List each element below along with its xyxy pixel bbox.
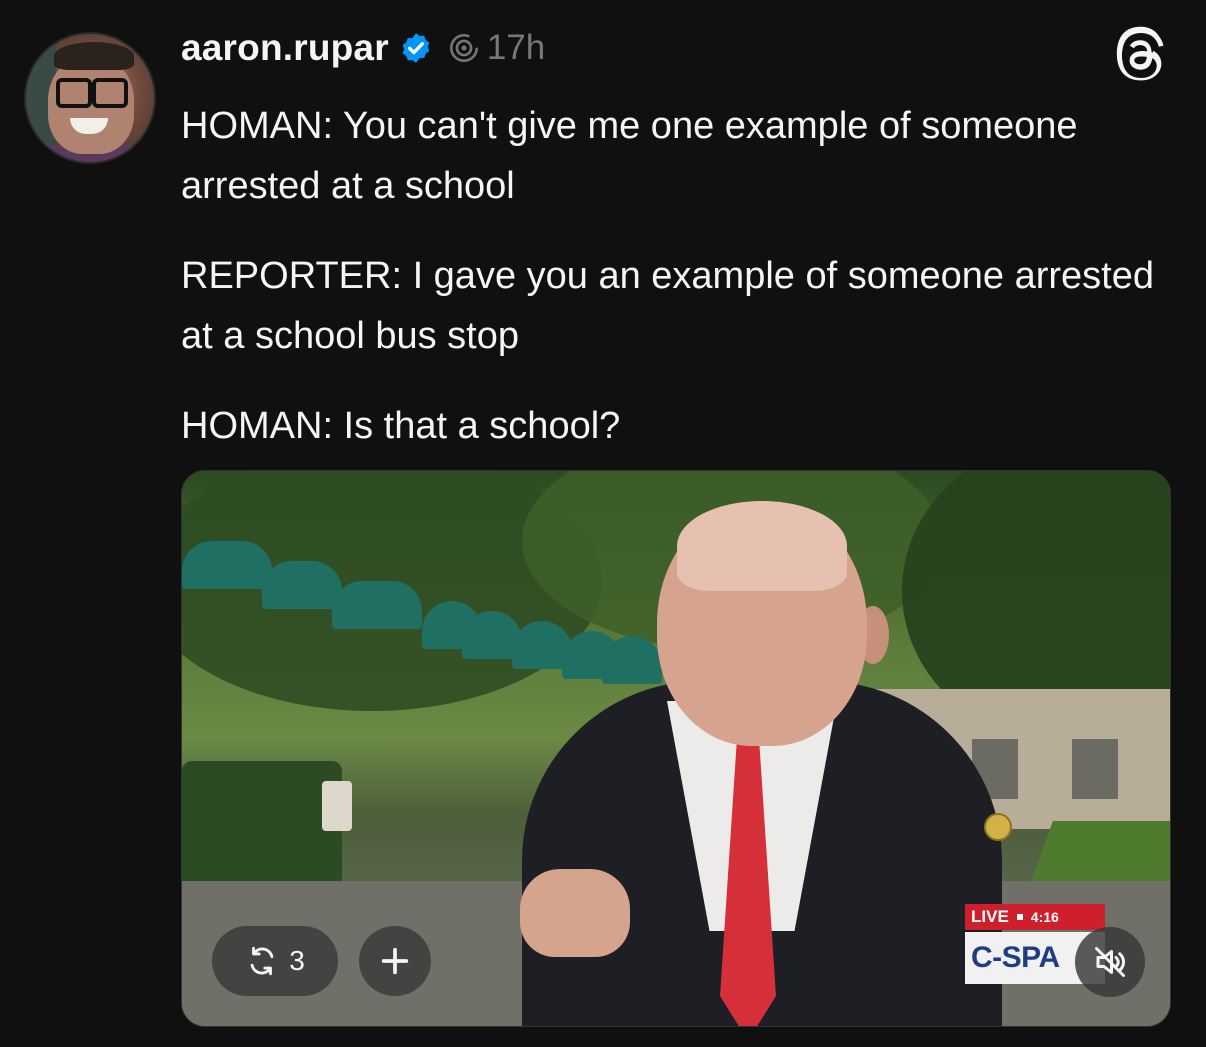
post-body: HOMAN: You can't give me one example of … [181, 96, 1171, 486]
post-text-line: HOMAN: You can't give me one example of … [181, 105, 1078, 207]
avatar-glasses-left [56, 78, 92, 108]
repost-icon [250, 946, 274, 976]
mute-icon [1095, 947, 1125, 977]
threads-activity-icon [449, 33, 478, 63]
awning [182, 541, 272, 589]
awning [262, 561, 342, 609]
speaker-head [657, 501, 867, 746]
add-button[interactable] [359, 926, 431, 996]
live-label: LIVE [971, 907, 1009, 926]
post-header: aaron.rupar 17h [181, 24, 545, 72]
live-dot [1016, 914, 1023, 920]
verified-badge-icon [402, 33, 430, 63]
post-text-line: HOMAN: Is that a school? [181, 405, 621, 447]
speaker-head-highlight [677, 501, 847, 591]
post-timestamp: 17h [486, 28, 546, 67]
plus-icon [381, 947, 409, 975]
video-lawn [1031, 821, 1170, 881]
speaker-fist [520, 869, 630, 957]
repost-button[interactable]: 3 [212, 926, 338, 996]
threads-logo-icon[interactable] [1112, 26, 1170, 84]
threads-post: aaron.rupar 17h HOMAN: You can't give me… [0, 0, 1206, 1047]
username-link[interactable]: aaron.rupar [181, 27, 389, 69]
speaker-lapel-pin [984, 813, 1012, 841]
avatar[interactable] [24, 32, 156, 164]
live-indicator: LIVE 4:16 [965, 904, 1105, 930]
post-text-line: REPORTER: I gave you an example of someo… [181, 255, 1155, 357]
mute-toggle-button[interactable] [1075, 927, 1145, 997]
broadcast-time: 4:16 [1030, 909, 1059, 925]
repost-count: 3 [289, 945, 305, 976]
video-player[interactable]: LIVE 4:16 C-SPA 3 [181, 470, 1171, 1027]
avatar-hair [54, 42, 134, 70]
video-pillar [322, 781, 352, 831]
building-window [1072, 739, 1118, 799]
avatar-glasses-right [92, 78, 128, 108]
video-speaker [402, 491, 1022, 1026]
